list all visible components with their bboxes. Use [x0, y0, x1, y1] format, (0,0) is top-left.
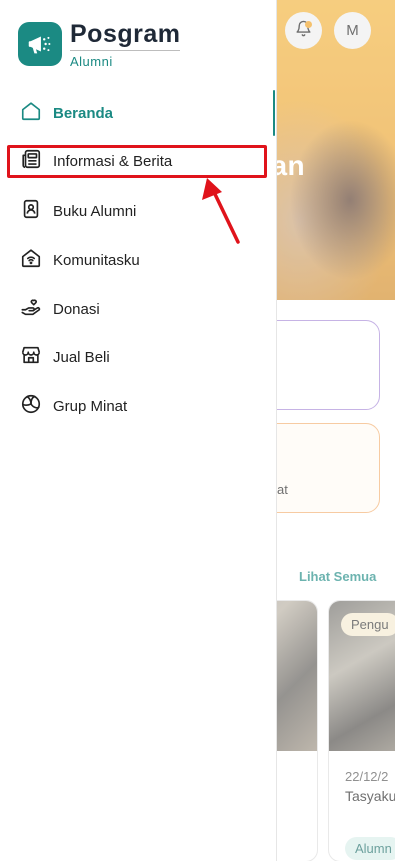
menu-item-label: Komunitasku: [53, 251, 140, 269]
menu-item-donasi[interactable]: Donasi: [20, 294, 260, 324]
menu-item-beranda[interactable]: Beranda: [20, 98, 260, 128]
menu-item-label: Buku Alumni: [53, 202, 137, 220]
navigation-drawer: Posgram Alumni Beranda Informasi & Berit…: [0, 0, 277, 861]
brand-name: Posgram: [70, 20, 181, 51]
scroll-indicator: [273, 90, 275, 136]
volleyball-icon: [20, 393, 42, 420]
store-icon: [20, 344, 42, 371]
menu-item-jual-beli[interactable]: Jual Beli: [20, 342, 260, 372]
menu-item-label: Donasi: [53, 300, 100, 318]
annotation-arrow-icon: [198, 174, 244, 251]
brand: Posgram Alumni: [18, 20, 181, 69]
community-home-icon: [20, 247, 42, 274]
contact-book-icon: [20, 198, 42, 225]
menu-item-grup-minat[interactable]: Grup Minat: [20, 391, 260, 421]
menu-item-label: Beranda: [53, 104, 114, 122]
donation-hand-icon: [20, 296, 42, 323]
brand-subtitle: Alumni: [70, 54, 113, 69]
megaphone-logo-icon: [18, 22, 62, 66]
menu-item-label: Grup Minat: [53, 397, 128, 415]
menu-item-label: Jual Beli: [53, 348, 110, 366]
home-icon: [20, 100, 42, 127]
